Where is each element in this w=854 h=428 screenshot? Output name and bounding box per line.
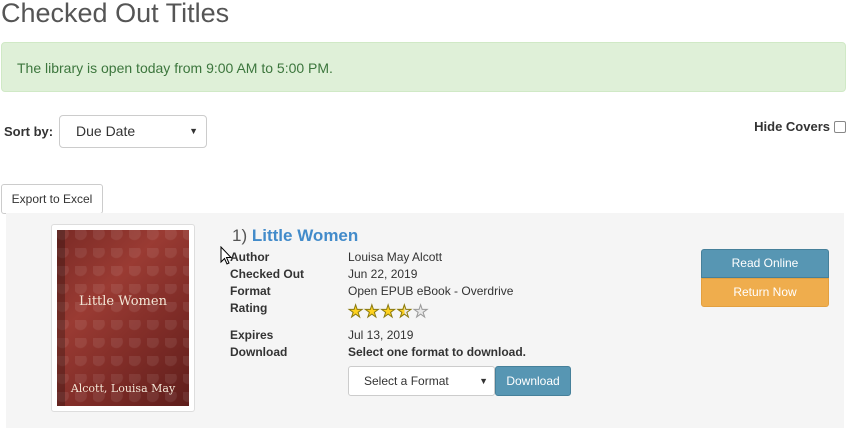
star-icon[interactable]: ★	[347, 303, 363, 321]
star-icon[interactable]: ★	[364, 303, 380, 321]
page-title: Checked Out Titles	[1, 0, 230, 28]
hide-covers-checkbox[interactable]	[834, 120, 846, 133]
hide-covers-label: Hide Covers	[754, 119, 830, 134]
item-title-line: 1) Little Women	[232, 226, 358, 246]
chevron-down-icon: ▼	[479, 376, 488, 386]
chevron-down-icon: ▼	[189, 126, 198, 136]
star-icon[interactable]: ★	[380, 303, 396, 321]
mouse-cursor-icon	[220, 246, 232, 265]
format-selected-value: Select a Format	[364, 374, 449, 388]
author-label: Author	[230, 250, 270, 264]
sort-label: Sort by:	[4, 124, 54, 139]
rating-stars[interactable]: ★ ★ ★ ★ ★	[347, 303, 428, 321]
format-select[interactable]: Select a Format ▼	[348, 366, 495, 396]
sort-select[interactable]: Due Date ▼	[59, 115, 207, 148]
export-excel-button[interactable]: Export to Excel	[1, 184, 103, 214]
checked-out-value: Jun 22, 2019	[348, 267, 418, 281]
book-cover-frame[interactable]: Little Women Alcott, Louisa May	[51, 224, 195, 412]
format-label: Format	[230, 284, 271, 298]
cover-spine	[57, 230, 65, 406]
sort-selected-value: Due Date	[76, 123, 136, 139]
checked-out-label: Checked Out	[230, 267, 305, 281]
star-icon[interactable]: ★	[396, 303, 412, 321]
author-value: Louisa May Alcott	[348, 250, 443, 264]
item-number: 1)	[232, 226, 248, 245]
cover-author: Alcott, Louisa May	[70, 382, 176, 395]
hide-covers-toggle[interactable]: Hide Covers	[754, 119, 846, 134]
star-icon[interactable]: ★	[412, 303, 428, 321]
book-cover-image[interactable]: Little Women Alcott, Louisa May	[57, 230, 189, 406]
cover-title: Little Women	[79, 294, 167, 309]
expires-label: Expires	[230, 328, 274, 342]
download-button[interactable]: Download	[495, 366, 571, 396]
return-now-button[interactable]: Return Now	[701, 278, 829, 307]
rating-label: Rating	[230, 301, 268, 315]
format-value: Open EPUB eBook - Overdrive	[348, 284, 514, 298]
read-online-button[interactable]: Read Online	[701, 249, 829, 278]
download-label: Download	[230, 345, 288, 359]
expires-value: Jul 13, 2019	[348, 328, 414, 342]
download-instructions: Select one format to download.	[348, 345, 527, 359]
item-title-link[interactable]: Little Women	[252, 226, 358, 245]
checkout-item-card: Little Women Alcott, Louisa May 1) Littl…	[6, 213, 844, 428]
library-hours-alert: The library is open today from 9:00 AM t…	[1, 42, 846, 92]
